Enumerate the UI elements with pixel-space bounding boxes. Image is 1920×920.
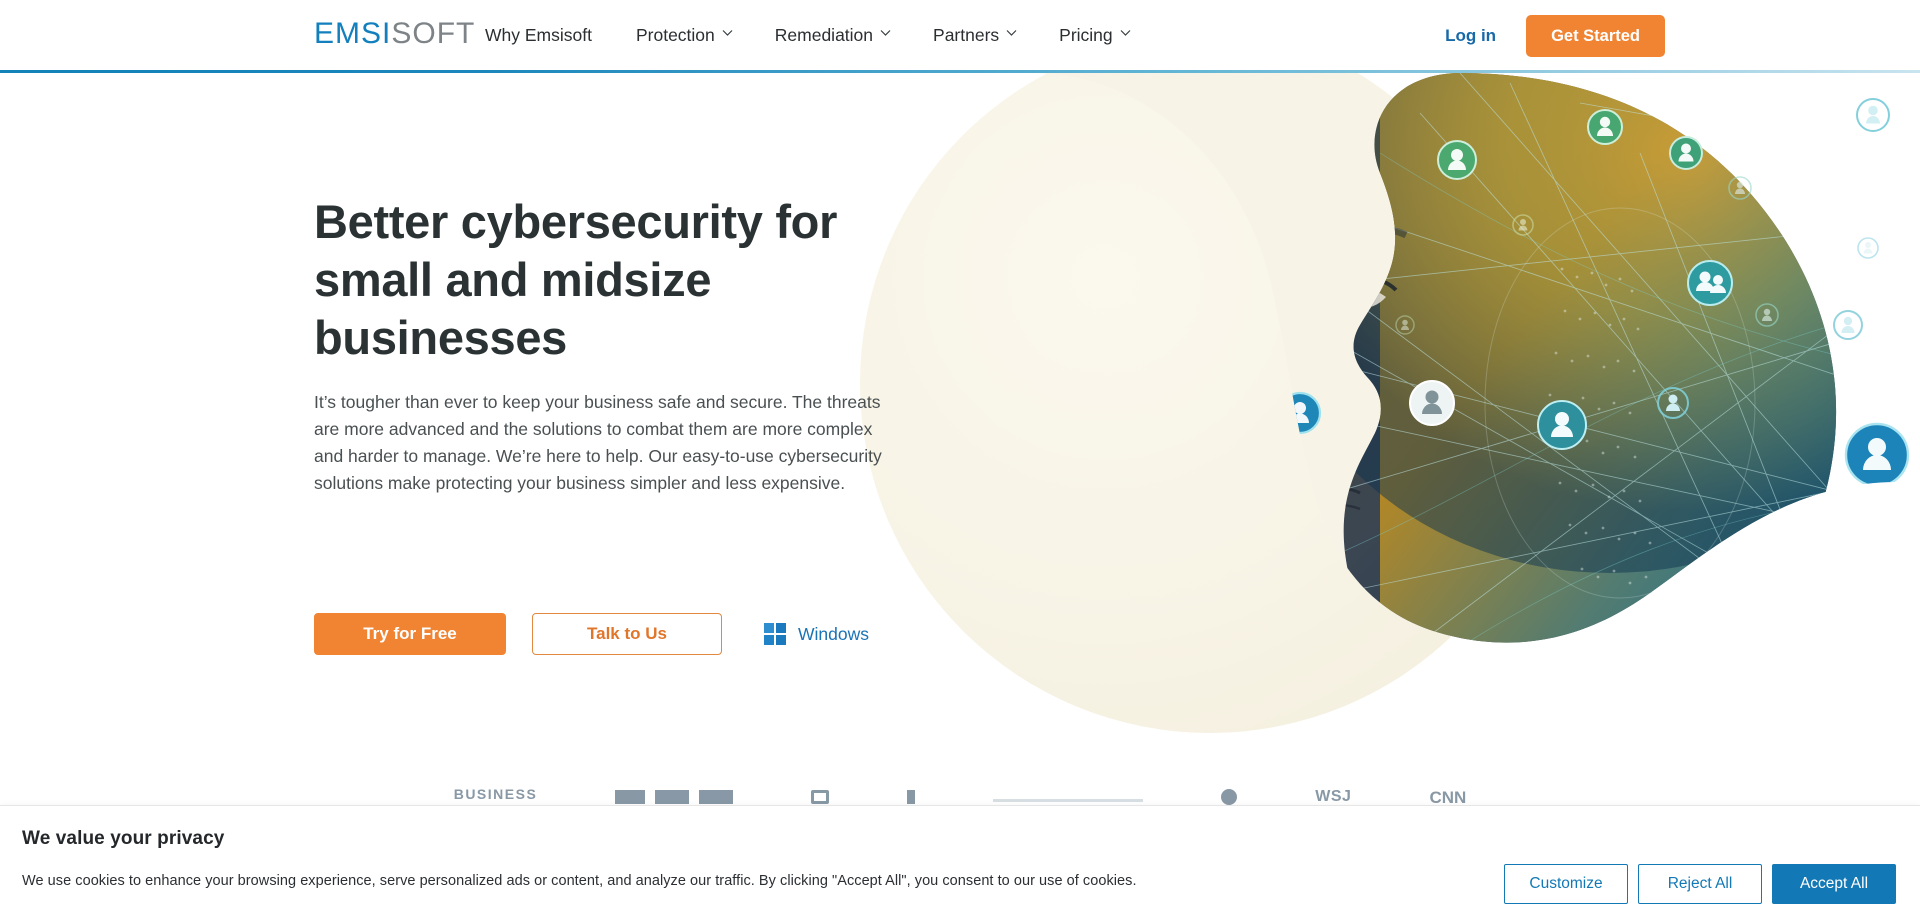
- nav-label: Remediation: [774, 25, 874, 45]
- platform-selector-windows[interactable]: Windows: [764, 623, 869, 645]
- nav-label: Why Emsisoft: [485, 25, 592, 45]
- nav-label: Partners: [933, 25, 1000, 45]
- cookie-accept-all-button[interactable]: Accept All: [1772, 864, 1896, 904]
- cookie-banner-title: We value your privacy: [22, 828, 225, 849]
- partner-logo-mark-3: [907, 790, 916, 804]
- nav-label: Pricing: [1059, 25, 1113, 45]
- cookie-customize-button[interactable]: Customize: [1504, 864, 1628, 904]
- cookie-reject-all-button[interactable]: Reject All: [1638, 864, 1762, 904]
- hero-copy: Better cybersecurity for small and midsi…: [314, 193, 914, 497]
- page-root: EMSISOFT Why Emsisoft Protection Remedia…: [0, 0, 1920, 920]
- partner-logo-mark-2: [811, 790, 830, 804]
- hero-section: Better cybersecurity for small and midsi…: [0, 73, 1920, 805]
- logo-text-primary: EMSI: [314, 17, 392, 50]
- partner-logo-mark-5: [1221, 789, 1238, 805]
- chevron-down-icon: [1120, 29, 1131, 38]
- nav-label: Protection: [635, 25, 715, 45]
- hero-title: Better cybersecurity for small and midsi…: [314, 195, 838, 364]
- nav-item-remediation[interactable]: Remediation: [753, 0, 911, 71]
- cookie-banner-actions: Customize Reject All Accept All: [1504, 864, 1896, 904]
- site-header: EMSISOFT Why Emsisoft Protection Remedia…: [0, 0, 1920, 71]
- nav-item-partners[interactable]: Partners: [911, 0, 1037, 71]
- talk-to-us-button[interactable]: Talk to Us: [532, 613, 722, 655]
- try-for-free-button[interactable]: Try for Free: [314, 613, 506, 655]
- cookie-consent-banner: We value your privacy We use cookies to …: [0, 805, 1920, 920]
- partner-logo-mark-1: [615, 790, 734, 804]
- logo-text-secondary: SOFT: [391, 17, 476, 50]
- header-accent-rule: [0, 70, 1920, 73]
- nav-item-protection[interactable]: Protection: [614, 0, 753, 71]
- partner-logo-wsj: WSJ: [1315, 788, 1352, 805]
- windows-icon: [764, 623, 786, 645]
- emsisoft-logo[interactable]: EMSISOFT: [314, 16, 475, 52]
- nav-item-why-emsisoft[interactable]: Why Emsisoft: [485, 0, 614, 71]
- cookie-banner-text: We use cookies to enhance your browsing …: [22, 873, 1137, 889]
- partner-logo-mark-4: [993, 799, 1144, 802]
- hero-artwork: [820, 73, 1920, 733]
- chevron-down-icon: [880, 29, 891, 38]
- chevron-down-icon: [1006, 29, 1017, 38]
- get-started-button[interactable]: Get Started: [1526, 14, 1665, 57]
- hero-image-ai-face: [820, 73, 1920, 643]
- login-link[interactable]: Log in: [1445, 26, 1496, 46]
- chevron-down-icon: [722, 29, 733, 38]
- nav-item-pricing[interactable]: Pricing: [1037, 0, 1151, 71]
- main-navigation: Why Emsisoft Protection Remediation Part…: [485, 0, 1151, 71]
- hero-subtitle: It’s tougher than ever to keep your busi…: [314, 392, 882, 493]
- hero-cta-group: Try for Free Talk to Us Windows: [314, 613, 869, 655]
- partner-logo-business: BUSINESS: [453, 786, 538, 802]
- header-actions: Log in Get Started: [1445, 0, 1920, 71]
- platform-label: Windows: [798, 623, 869, 644]
